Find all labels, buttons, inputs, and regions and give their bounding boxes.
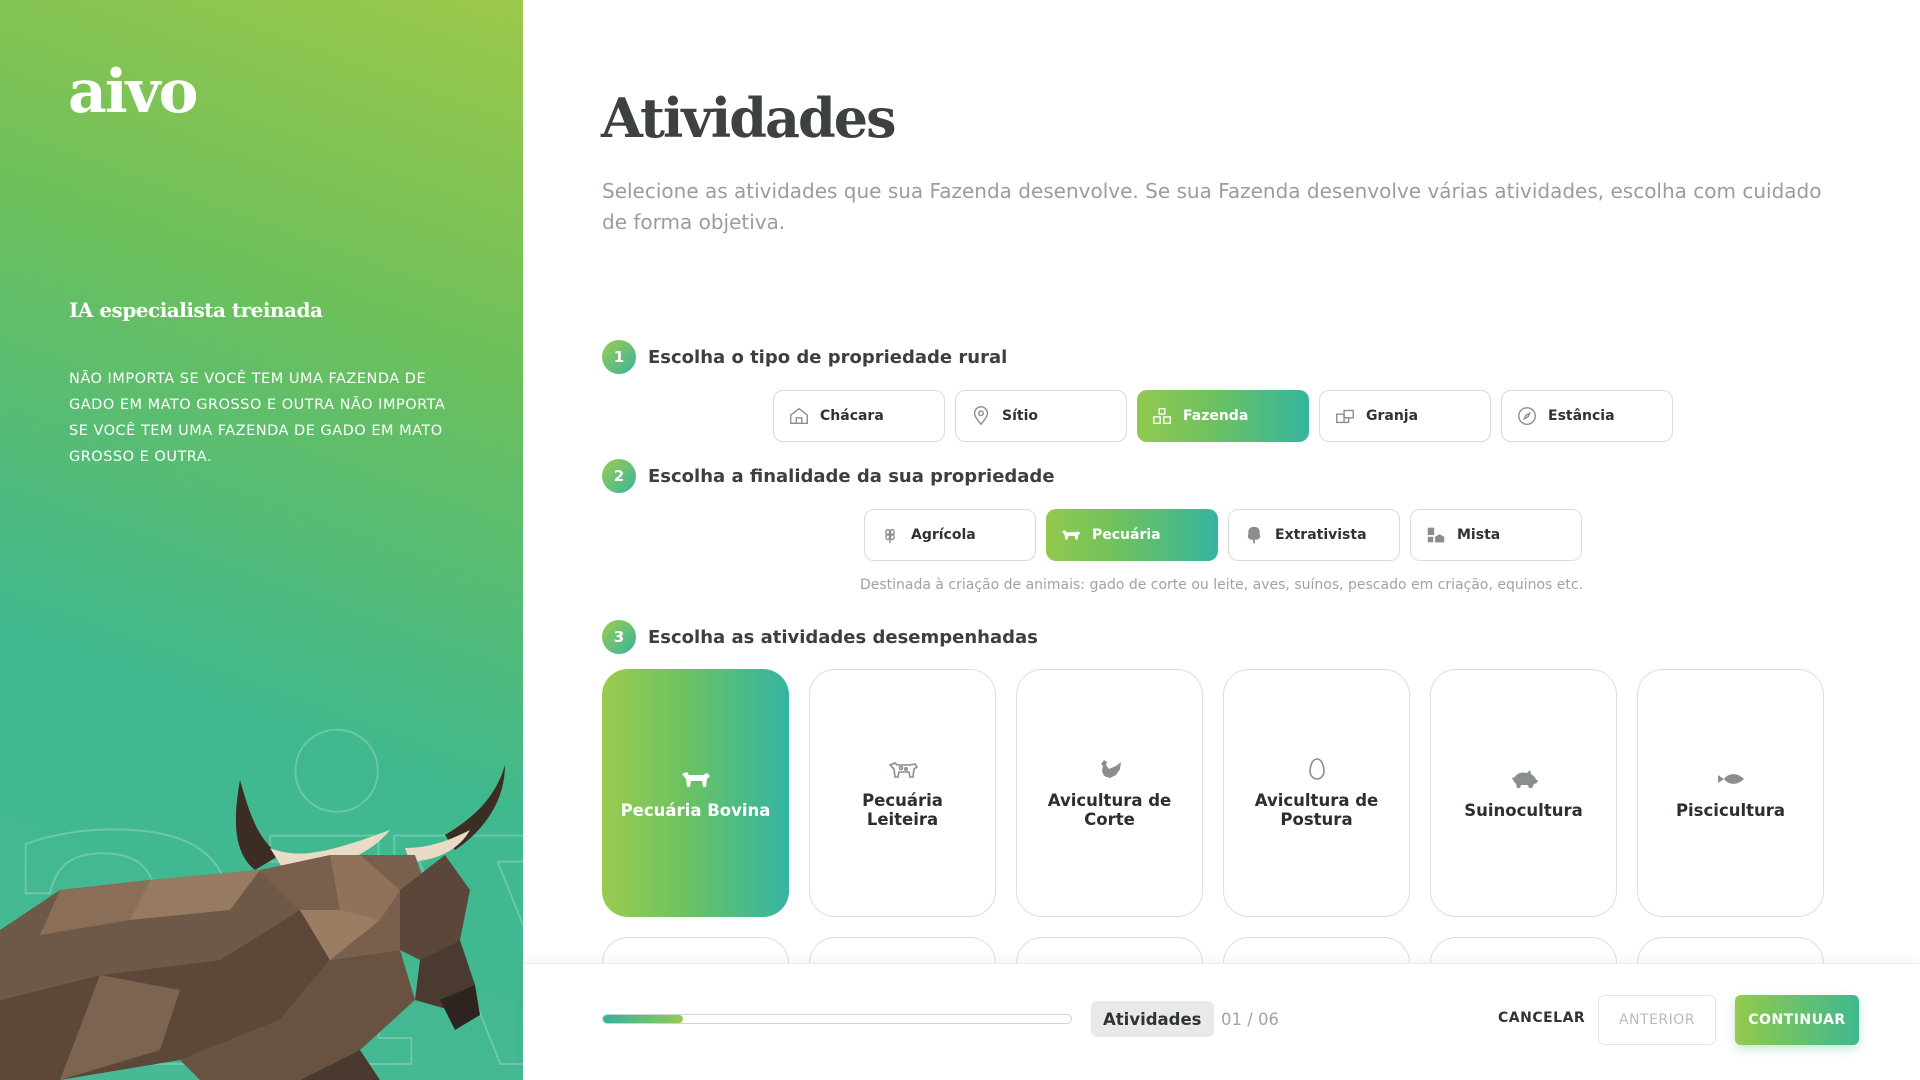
progress-fill bbox=[603, 1015, 683, 1023]
activity-card-pecuaria-bovina[interactable]: Pecuária Bovina bbox=[602, 669, 789, 917]
cow-icon bbox=[681, 771, 710, 787]
option-label: Granja bbox=[1366, 408, 1419, 424]
property-type-options: Chácara Sítio Fazenda Granja Estância bbox=[773, 390, 1673, 442]
step-1-header: 1 Escolha o tipo de propriedade rural bbox=[602, 340, 1007, 374]
page-title: Atividades bbox=[601, 86, 897, 150]
option-fazenda[interactable]: Fazenda bbox=[1137, 390, 1309, 442]
option-label: Mista bbox=[1457, 527, 1501, 543]
egg-icon bbox=[1308, 758, 1325, 780]
option-chacara[interactable]: Chácara bbox=[773, 390, 945, 442]
step-counter: 01 / 06 bbox=[1221, 1010, 1280, 1029]
option-label: Estância bbox=[1548, 408, 1615, 424]
location-pin-icon bbox=[973, 406, 989, 426]
purpose-options: Agrícola Pecuária Extrativista Mista bbox=[864, 509, 1582, 561]
rooster-icon bbox=[1100, 760, 1121, 778]
step-label: Escolha o tipo de propriedade rural bbox=[648, 346, 1008, 368]
main-content: Atividades Selecione as atividades que s… bbox=[523, 0, 1920, 1080]
bull-illustration bbox=[0, 765, 505, 1080]
step-3-header: 3 Escolha as atividades desempenhadas bbox=[602, 620, 1038, 654]
activity-card-pecuaria-leiteira[interactable]: Pecuária Leiteira bbox=[809, 669, 996, 917]
wizard-footer: Atividades 01 / 06 CANCELAR ANTERIOR CON… bbox=[523, 963, 1920, 1080]
option-sitio[interactable]: Sítio bbox=[955, 390, 1127, 442]
step-number: 1 bbox=[602, 340, 636, 374]
option-estancia[interactable]: Estância bbox=[1501, 390, 1673, 442]
previous-button[interactable]: ANTERIOR bbox=[1598, 995, 1716, 1045]
option-granja[interactable]: Granja bbox=[1319, 390, 1491, 442]
activity-label: Pecuária Leiteira bbox=[862, 791, 943, 829]
compass-icon bbox=[1518, 407, 1536, 425]
activity-card-avicultura-postura[interactable]: Avicultura de Postura bbox=[1223, 669, 1410, 917]
current-section-chip: Atividades bbox=[1091, 1001, 1214, 1037]
option-pecuaria[interactable]: Pecuária bbox=[1046, 509, 1218, 561]
option-label: Chácara bbox=[820, 408, 884, 424]
step-label: Escolha as atividades desempenhadas bbox=[648, 626, 1038, 648]
purpose-hint: Destinada à criação de animais: gado de … bbox=[859, 577, 1584, 593]
farm-buildings-icon bbox=[1153, 407, 1171, 425]
activity-label: Avicultura de Postura bbox=[1254, 791, 1379, 829]
option-label: Pecuária bbox=[1092, 527, 1161, 543]
tree-icon bbox=[1247, 526, 1261, 544]
option-label: Sítio bbox=[1002, 408, 1038, 424]
page-description: Selecione as atividades que sua Fazenda … bbox=[602, 179, 1822, 234]
barn-icon bbox=[1336, 409, 1354, 424]
cow-icon bbox=[1061, 530, 1081, 540]
activity-card-suinocultura[interactable]: Suinocultura bbox=[1430, 669, 1617, 917]
step-label: Escolha a finalidade da sua propriedade bbox=[648, 465, 1055, 487]
sidebar-tagline: IA especialista treinada bbox=[69, 298, 323, 322]
activity-card-avicultura-corte[interactable]: Avicultura de Corte bbox=[1016, 669, 1203, 917]
activity-label: Pecuária Bovina bbox=[620, 800, 771, 820]
option-label: Extrativista bbox=[1275, 527, 1367, 543]
option-label: Agrícola bbox=[911, 527, 976, 543]
house-icon bbox=[790, 407, 808, 425]
pig-icon bbox=[1511, 769, 1538, 788]
wheat-icon bbox=[885, 528, 895, 544]
fish-icon bbox=[1717, 773, 1744, 784]
activity-label: Avicultura de Corte bbox=[1047, 791, 1172, 829]
step-number: 2 bbox=[602, 459, 636, 493]
continue-button[interactable]: CONTINUAR bbox=[1735, 995, 1859, 1045]
cancel-button[interactable]: CANCELAR bbox=[1498, 1010, 1585, 1026]
activity-label: Suinocultura bbox=[1464, 800, 1583, 820]
option-extrativista[interactable]: Extrativista bbox=[1228, 509, 1400, 561]
option-label: Fazenda bbox=[1183, 408, 1249, 424]
step-2-header: 2 Escolha a finalidade da sua propriedad… bbox=[602, 459, 1055, 493]
activity-card-piscicultura[interactable]: Piscicultura bbox=[1637, 669, 1824, 917]
option-mista[interactable]: Mista bbox=[1410, 509, 1582, 561]
activity-label: Piscicultura bbox=[1675, 800, 1786, 820]
progress-bar bbox=[602, 1014, 1072, 1024]
logo: aivo bbox=[68, 57, 199, 127]
dairy-cow-icon bbox=[888, 762, 918, 778]
option-agricola[interactable]: Agrícola bbox=[864, 509, 1036, 561]
activity-cards: Pecuária Bovina Pecuária Leiteira Avicul… bbox=[602, 669, 1824, 917]
sidebar-description: NÃO IMPORTA SE VOCÊ TEM UMA FAZENDA DE G… bbox=[69, 371, 446, 465]
step-number: 3 bbox=[602, 620, 636, 654]
brand-panel: aiv aivo IA especialista treinada NÃO IM… bbox=[0, 0, 523, 1080]
mixed-icon bbox=[1427, 527, 1445, 543]
